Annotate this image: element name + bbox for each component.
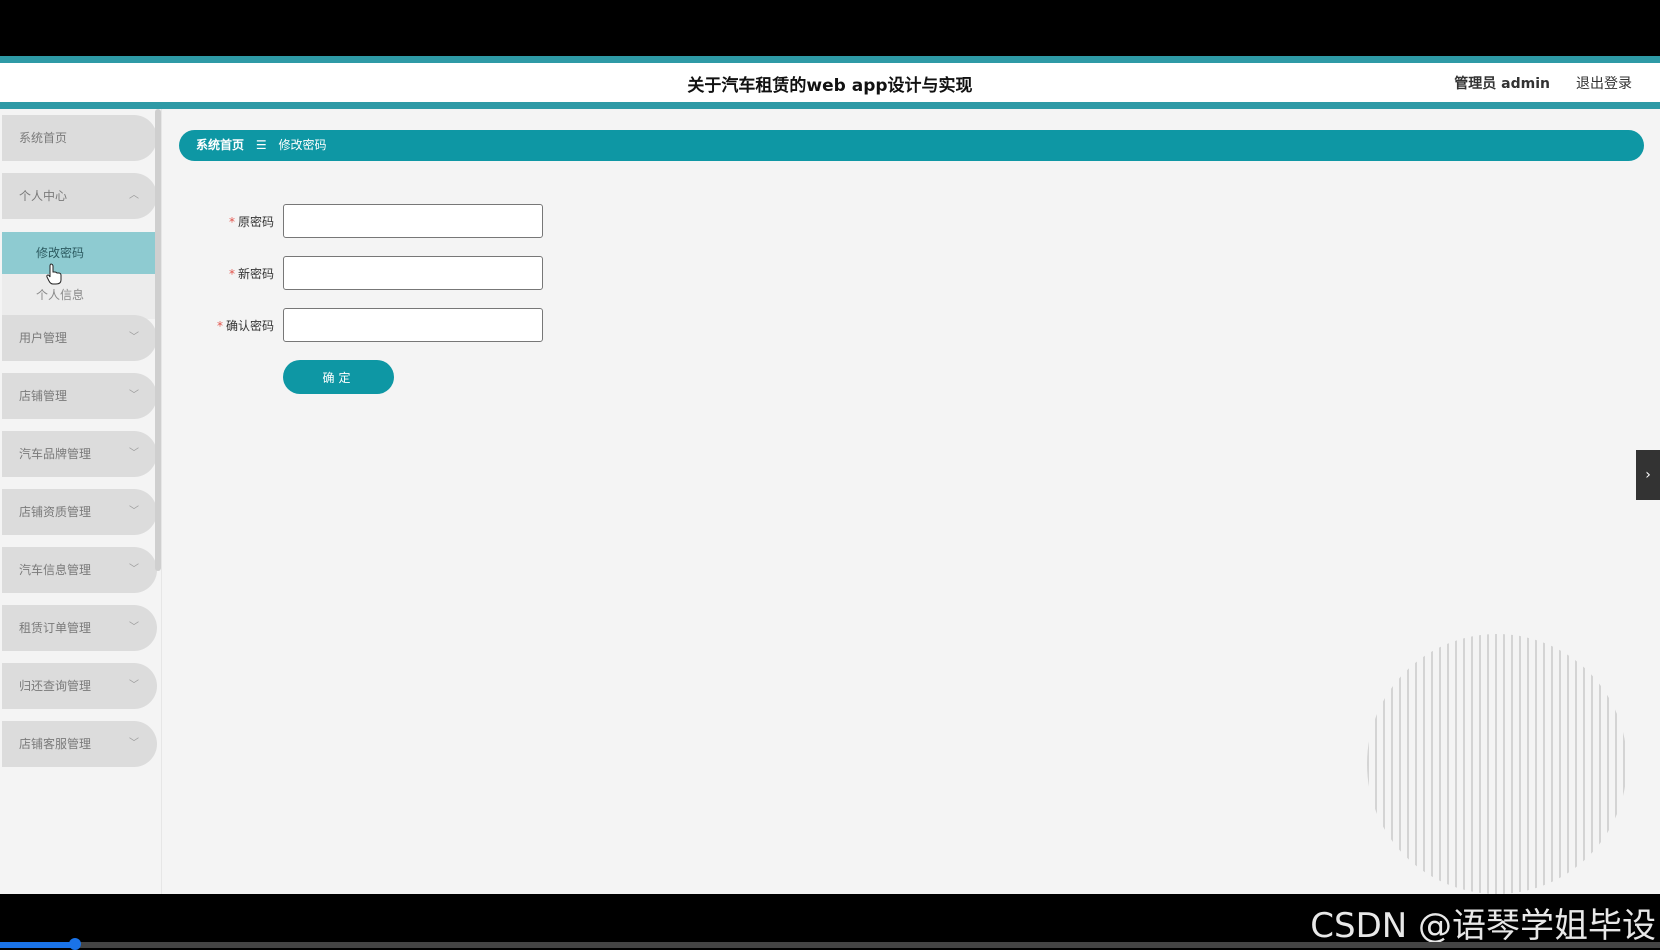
submenu-item-change-password[interactable]: 修改密码 [2,232,157,274]
sidebar-item-label: 店铺客服管理 [19,737,92,751]
breadcrumb-current: 修改密码 [278,138,327,152]
sidebar-item-label: 用户管理 [19,331,68,345]
sidebar-item-personal-center[interactable]: 个人中心 ︿ [2,173,157,219]
sidebar-item-label: 店铺资质管理 [19,505,92,519]
sidebar-item-label: 店铺管理 [19,389,68,403]
chevron-down-icon: ﹀ [129,448,139,459]
sidebar-item-shop-management[interactable]: 店铺管理 ﹀ [2,373,157,419]
chevron-down-icon: ﹀ [129,506,139,517]
sidebar-item-shop-service-management[interactable]: 店铺客服管理 ﹀ [2,721,157,767]
sidebar-item-label: 个人中心 [19,189,68,203]
chevron-down-icon: ﹀ [129,564,139,575]
submit-button[interactable]: 确定 [283,360,394,394]
sidebar-scrollbar[interactable] [155,109,161,571]
chevron-right-icon[interactable]: › [1636,450,1660,500]
submenu-item-label: 修改密码 [36,246,85,260]
sidebar-item-user-management[interactable]: 用户管理 ﹀ [2,315,157,361]
sidebar-item-car-brand-management[interactable]: 汽车品牌管理 ﹀ [2,431,157,477]
field-label-text: 确认密码 [225,319,274,333]
old-password-label: * 原密码 [178,213,274,230]
sidebar-item-label: 归还查询管理 [19,679,92,693]
submenu-item-personal-info[interactable]: 个人信息 [2,274,157,316]
sidebar: 系统首页 个人中心 ︿ 修改密码 个人信息 用户管理 ﹀ 店铺管理 ﹀ 汽车品牌… [0,109,162,894]
sidebar-item-shop-qualification-management[interactable]: 店铺资质管理 ﹀ [2,489,157,535]
breadcrumb: 系统首页 ☰ 修改密码 [179,130,1644,161]
breadcrumb-home[interactable]: 系统首页 [196,138,244,152]
csdn-watermark: CSDN @语琴学姐毕设 [1310,906,1656,946]
app-body: 系统首页 个人中心 ︿ 修改密码 个人信息 用户管理 ﹀ 店铺管理 ﹀ 汽车品牌… [0,109,1660,894]
hand-cursor-icon [46,263,62,285]
video-letterbox-top [0,0,1660,56]
sidebar-item-car-info-management[interactable]: 汽车信息管理 ﹀ [2,547,157,593]
current-user: 管理员 admin [1454,76,1550,92]
field-label-text: 新密码 [237,267,274,281]
chevron-down-icon: ﹀ [129,332,139,343]
video-progress-track[interactable] [0,942,1660,948]
sidebar-item-label: 租赁订单管理 [19,621,92,635]
chevron-down-icon: ﹀ [129,390,139,401]
chevron-down-icon: ﹀ [129,738,139,749]
app-header: 关于汽车租赁的web app设计与实现 管理员 admin 退出登录 [0,56,1660,109]
old-password-input[interactable] [283,204,543,238]
required-mark: * [228,215,235,229]
required-mark: * [228,267,235,281]
video-progress-knob[interactable] [68,938,81,950]
breadcrumb-separator-icon: ☰ [255,138,267,152]
logout-link[interactable]: 退出登录 [1576,73,1632,93]
sidebar-item-return-query-management[interactable]: 归还查询管理 ﹀ [2,663,157,709]
chevron-up-icon: ︿ [129,190,139,201]
sidebar-item-label: 汽车品牌管理 [19,447,92,461]
confirm-password-input[interactable] [283,308,543,342]
submenu-item-label: 个人信息 [36,288,85,302]
chevron-down-icon: ﹀ [129,622,139,633]
chevron-down-icon: ﹀ [129,680,139,691]
confirm-password-label: * 确认密码 [178,317,274,334]
new-password-label: * 新密码 [178,265,274,282]
sidebar-item-rental-order-management[interactable]: 租赁订单管理 ﹀ [2,605,157,651]
submenu-personal-center: 修改密码 个人信息 [2,232,157,319]
decorative-striped-circle [1367,634,1627,894]
field-label-text: 原密码 [237,215,274,229]
screen: 关于汽车租赁的web app设计与实现 管理员 admin 退出登录 系统首页 … [0,0,1660,950]
video-progress-fill [0,942,75,948]
sidebar-item-label: 系统首页 [19,131,68,145]
sidebar-item-home[interactable]: 系统首页 [2,115,157,161]
new-password-input[interactable] [283,256,543,290]
sidebar-item-label: 汽车信息管理 [19,563,92,577]
required-mark: * [216,319,223,333]
app-title: 关于汽车租赁的web app设计与实现 [687,76,973,96]
